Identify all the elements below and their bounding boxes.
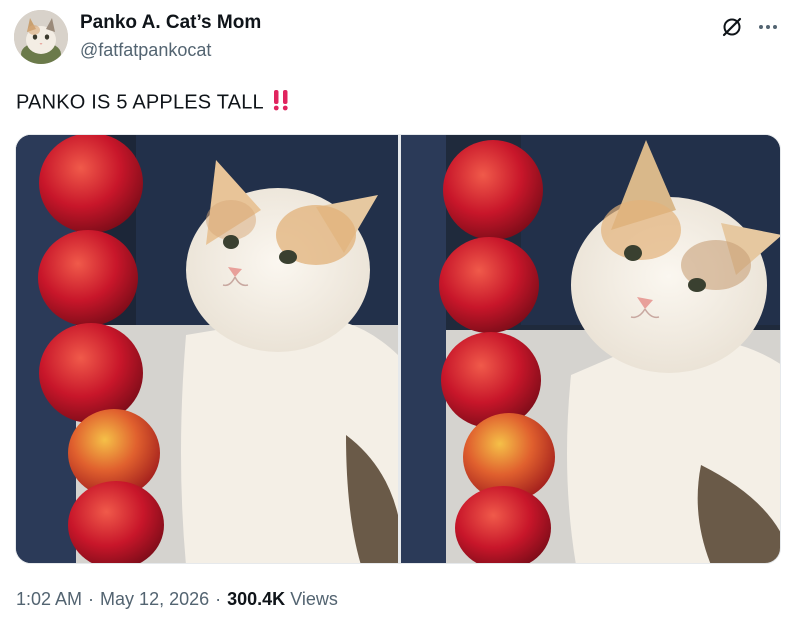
media-gallery (15, 134, 781, 564)
views-count[interactable]: 300.4K (227, 589, 285, 609)
tweet-time[interactable]: 1:02 AM (16, 589, 82, 609)
tweet-text-content: PANKO IS 5 APPLES TALL (16, 91, 264, 114)
author-display-name[interactable]: Panko A. Cat’s Mom (80, 12, 261, 34)
tweet-date[interactable]: May 12, 2026 (100, 589, 209, 609)
tweet-text: PANKO IS 5 APPLES TALL (16, 89, 291, 117)
grok-icon[interactable] (719, 14, 745, 40)
meta-separator: · (215, 589, 222, 609)
tweet-metadata: 1:02 AM · May 12, 2026 · 300.4K Views (16, 589, 338, 610)
author-handle[interactable]: @fatfatpankocat (80, 40, 211, 61)
tweet-photo-1[interactable] (16, 135, 398, 563)
views-label: Views (290, 589, 338, 609)
more-options-icon[interactable] (755, 14, 781, 40)
tweet-card: Panko A. Cat’s Mom @fatfatpankocat PANKO… (0, 0, 800, 626)
tweet-photo-2[interactable] (401, 135, 780, 563)
meta-separator: · (88, 589, 95, 609)
double-exclamation-icon (271, 89, 291, 117)
avatar[interactable] (14, 10, 68, 64)
